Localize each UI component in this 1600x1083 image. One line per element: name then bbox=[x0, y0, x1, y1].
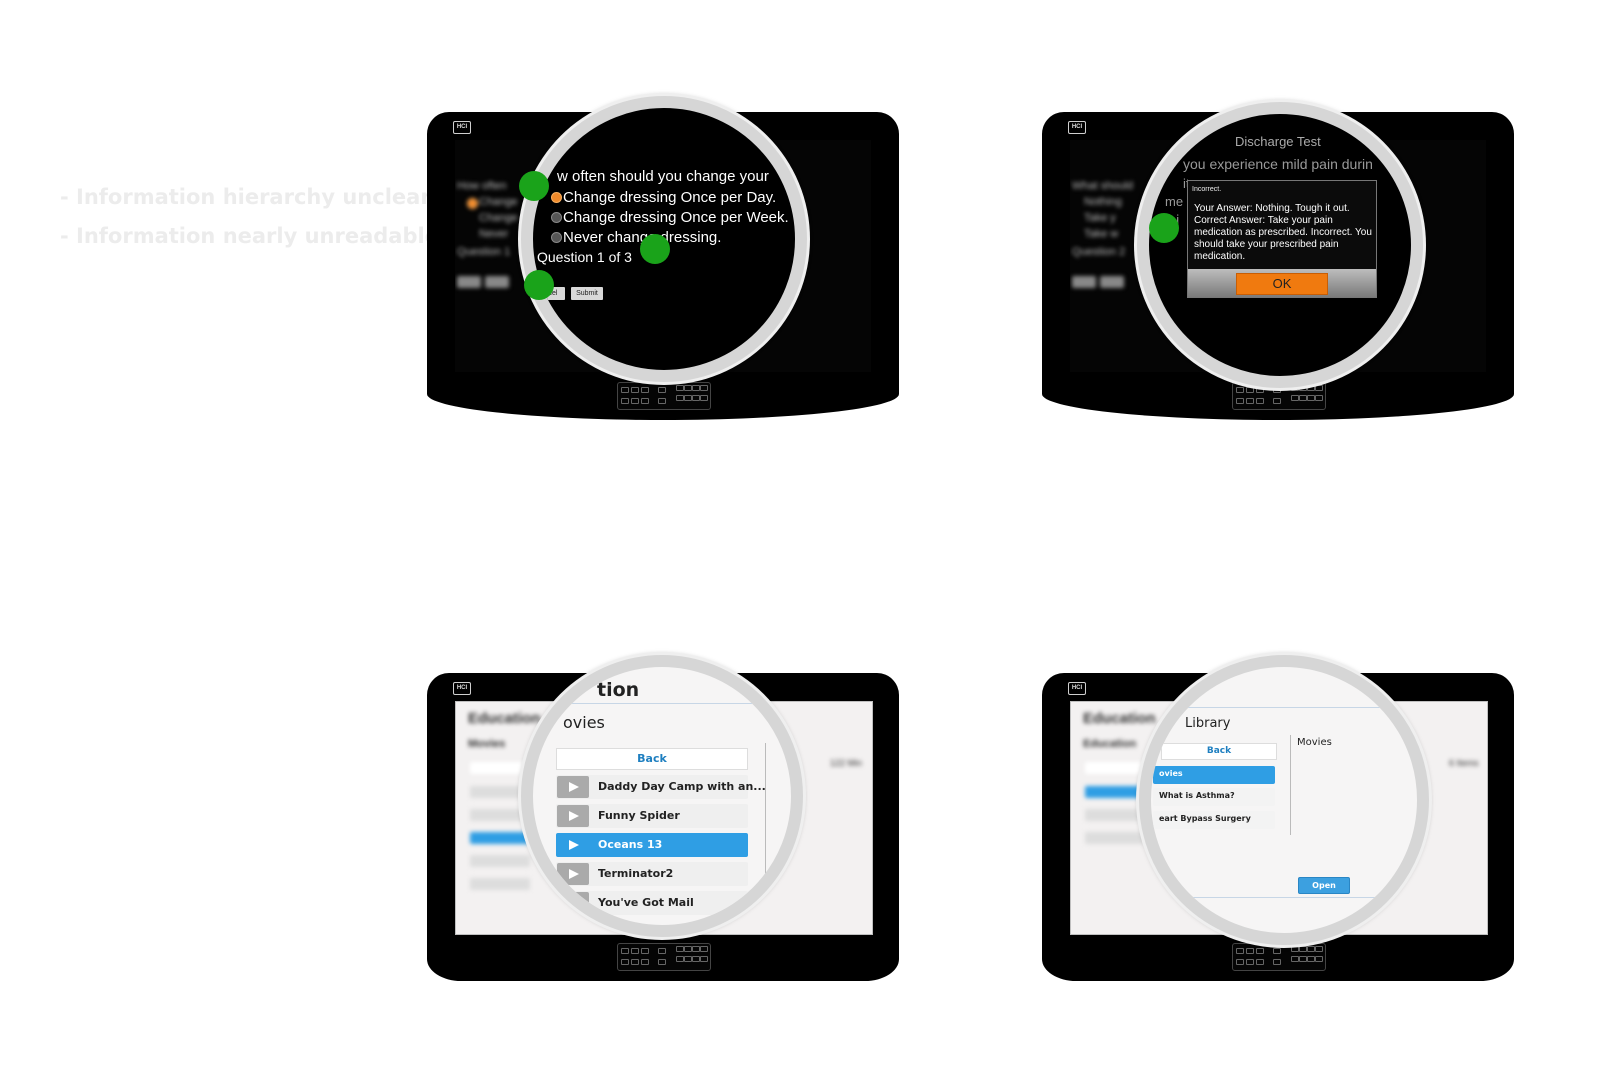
radio-option-2[interactable] bbox=[551, 212, 562, 223]
bg-back bbox=[470, 762, 530, 774]
hotspot-marker bbox=[519, 171, 549, 201]
bg-back bbox=[1085, 762, 1145, 774]
bg-question: What should bbox=[1072, 180, 1134, 192]
hotspot-marker bbox=[1149, 213, 1179, 243]
bg-row bbox=[1085, 832, 1145, 844]
hci-logo: HCI bbox=[453, 682, 471, 695]
list-item-label: What is Asthma? bbox=[1159, 791, 1235, 800]
list-item[interactable]: You've Got Mail bbox=[556, 891, 748, 915]
bg-radio bbox=[467, 198, 478, 209]
header-divider bbox=[533, 703, 791, 704]
hotspot-marker bbox=[524, 270, 554, 300]
bg-subheader: Movies bbox=[468, 738, 506, 750]
question-text: you experience mild pain durin bbox=[1183, 156, 1373, 172]
dialog-title: Incorrect. bbox=[1192, 186, 1222, 193]
bg-fragment: me bbox=[1165, 194, 1184, 209]
option-1-label[interactable]: Change dressing Once per Day. bbox=[563, 189, 776, 206]
option-2-label[interactable]: Change dressing Once per Week. bbox=[563, 209, 789, 226]
bg-option: Take w bbox=[1084, 228, 1119, 240]
dialog-screen-title: Discharge Test bbox=[1235, 134, 1321, 149]
hci-logo: HCI bbox=[1068, 121, 1086, 134]
list-item-label: Oceans 13 bbox=[598, 838, 663, 851]
note-unreadable: - Information nearly unreadable bbox=[60, 224, 439, 248]
play-icon bbox=[557, 776, 589, 798]
bg-option: Nothing bbox=[1084, 196, 1122, 208]
bg-row bbox=[1085, 809, 1145, 821]
bg-option: Change bbox=[479, 212, 518, 224]
play-icon bbox=[557, 892, 589, 914]
play-icon bbox=[557, 805, 589, 827]
radio-option-3[interactable] bbox=[551, 232, 562, 243]
bg-subheader: Education bbox=[1083, 738, 1137, 750]
bg-header: Education bbox=[468, 710, 541, 727]
bg-row bbox=[470, 855, 530, 867]
back-button[interactable]: Back bbox=[1161, 743, 1277, 760]
incorrect-dialog: Incorrect. Your Answer: Nothing. Tough i… bbox=[1187, 180, 1377, 298]
header-divider bbox=[1151, 707, 1417, 708]
list-item[interactable]: What is Asthma? bbox=[1153, 788, 1275, 806]
list-item-label: You've Got Mail bbox=[598, 896, 694, 909]
list-item-selected[interactable]: ovies bbox=[1153, 766, 1275, 784]
bg-progress: Question 2 bbox=[1072, 246, 1126, 258]
bg-question: How often bbox=[457, 180, 507, 192]
section-title-fragment: ovies bbox=[563, 713, 605, 732]
pane-divider bbox=[1290, 735, 1291, 835]
hci-logo: HCI bbox=[1068, 682, 1086, 695]
bg-option: Change bbox=[479, 196, 518, 208]
play-icon bbox=[557, 863, 589, 885]
play-icon bbox=[557, 834, 589, 856]
submit-button[interactable]: Submit bbox=[571, 287, 603, 300]
bg-button bbox=[457, 276, 481, 288]
bg-row bbox=[470, 878, 530, 890]
page-title-fragment: tion bbox=[597, 679, 640, 701]
device-keypad bbox=[617, 382, 711, 410]
dialog-message: Your Answer: Nothing. Tough it out. Corr… bbox=[1194, 203, 1372, 262]
bg-progress: Question 1 bbox=[457, 246, 511, 258]
list-item-label: Daddy Day Camp with an... bbox=[598, 780, 766, 793]
bg-option: Take y bbox=[1084, 212, 1116, 224]
magnifier-lens: Discharge Test you experience mild pain … bbox=[1137, 102, 1423, 388]
pane-divider bbox=[765, 743, 766, 903]
open-button[interactable]: Open bbox=[1298, 877, 1350, 894]
list-item-selected[interactable]: Oceans 13 bbox=[556, 833, 748, 857]
detail-title: Movies bbox=[1297, 737, 1332, 748]
device-keypad bbox=[617, 943, 711, 971]
device-keypad bbox=[1232, 943, 1326, 971]
bg-button bbox=[485, 276, 509, 288]
list-item-label: eart Bypass Surgery bbox=[1159, 814, 1251, 823]
footer-divider bbox=[1157, 897, 1397, 898]
note-hierarchy: - Information hierarchy unclear bbox=[60, 185, 431, 209]
list-item[interactable]: Daddy Day Camp with an... bbox=[556, 775, 766, 799]
back-button[interactable]: Back bbox=[556, 748, 748, 770]
bg-button bbox=[1072, 276, 1096, 288]
bg-option: Never bbox=[479, 228, 509, 240]
question-text: w often should you change your bbox=[557, 168, 769, 185]
magnifier-lens: tion ovies Back Daddy Day Camp with an..… bbox=[521, 655, 803, 937]
list-item-label: Terminator2 bbox=[598, 867, 674, 880]
list-item[interactable]: eart Bypass Surgery bbox=[1153, 811, 1275, 829]
list-item[interactable]: Terminator2 bbox=[556, 862, 748, 886]
bg-header: Education bbox=[1083, 710, 1156, 727]
bg-row bbox=[1085, 786, 1145, 798]
bg-count: 6 Items bbox=[1449, 758, 1479, 768]
bg-duration: 122 Min bbox=[830, 758, 863, 768]
hotspot-marker bbox=[640, 234, 670, 264]
question-progress: Question 1 of 3 bbox=[537, 249, 632, 265]
hci-logo: HCI bbox=[453, 121, 471, 134]
bg-button bbox=[1100, 276, 1124, 288]
library-title: Library bbox=[1185, 716, 1231, 731]
dialog-footer: OK bbox=[1188, 269, 1376, 297]
ok-button[interactable]: OK bbox=[1236, 273, 1328, 295]
list-item-label: Funny Spider bbox=[598, 809, 680, 822]
radio-option-1[interactable] bbox=[551, 192, 562, 203]
bg-row bbox=[470, 832, 530, 844]
list-item[interactable]: Funny Spider bbox=[556, 804, 748, 828]
magnifier-lens: Library Back ovies What is Asthma? eart … bbox=[1139, 655, 1429, 945]
list-item-label: ovies bbox=[1159, 769, 1183, 778]
